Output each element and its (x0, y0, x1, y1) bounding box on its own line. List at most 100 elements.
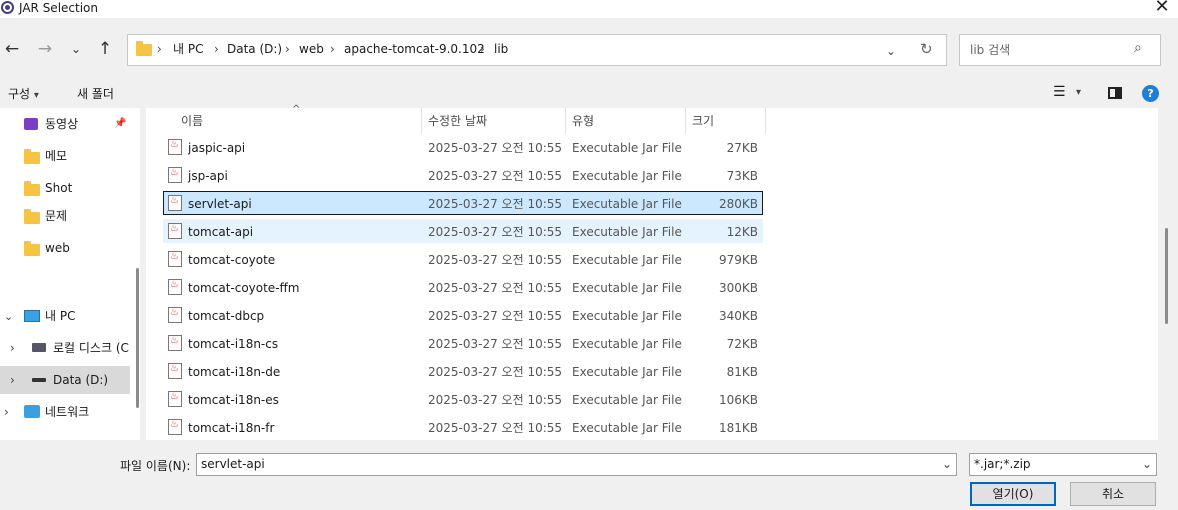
nav-item-web[interactable]: web (0, 234, 130, 262)
jar-file-icon (168, 307, 182, 323)
up-arrow-icon[interactable]: ↑ (93, 37, 117, 61)
address-history-chevron-icon[interactable]: ⌄ (886, 44, 896, 58)
filetype-chevron-down-icon[interactable]: ⌄ (1142, 457, 1152, 471)
back-arrow-icon[interactable]: ← (0, 37, 24, 61)
jar-file-icon (168, 195, 182, 211)
file-name-cell: jsp-api (188, 169, 228, 183)
nav-item-videos[interactable]: 동영상 📌 (0, 110, 130, 138)
file-size-cell: 300KB (718, 281, 758, 295)
breadcrumb-web[interactable]: web (299, 41, 324, 57)
file-name-cell: tomcat-api (188, 225, 254, 239)
filename-history-chevron-icon[interactable]: ⌄ (942, 457, 952, 471)
nav-item-label: 로컬 디스크 (C (53, 341, 129, 355)
network-icon (24, 405, 40, 418)
view-chevron-down-icon[interactable]: ▾ (1076, 87, 1081, 98)
jar-file-icon (168, 139, 182, 155)
chevron-down-icon[interactable]: ⌄ (4, 303, 13, 330)
file-list-scrollbar[interactable] (1165, 228, 1168, 324)
file-modified-cell: 2025-03-27 오전 10:55 (428, 337, 563, 351)
file-type-cell: Executable Jar File (572, 253, 682, 267)
file-type-cell: Executable Jar File (572, 309, 682, 323)
breadcrumb-data-drive[interactable]: Data (D:) (227, 41, 282, 57)
title-bar (0, 0, 1178, 18)
column-header-size[interactable]: 크기 (692, 112, 714, 129)
file-size-cell: 106KB (718, 393, 758, 407)
chevron-right-icon[interactable]: › (10, 334, 15, 362)
file-type-cell: Executable Jar File (572, 225, 682, 239)
cancel-button[interactable]: 취소 (1070, 482, 1156, 506)
nav-item-label: 네트워크 (45, 405, 90, 419)
file-size-cell: 979KB (718, 253, 758, 267)
open-button[interactable]: 열기(O) (970, 482, 1056, 506)
jar-file-icon (168, 223, 182, 239)
nav-item-network[interactable]: › 네트워크 (0, 398, 130, 426)
view-options-icon[interactable]: ☰ (1053, 84, 1066, 100)
column-header-modified[interactable]: 수정한 날짜 (428, 112, 487, 129)
nav-item-problems[interactable]: 문제 (0, 202, 130, 230)
search-icon[interactable]: ⌕ (1134, 40, 1142, 56)
breadcrumb-separator-icon: › (480, 42, 485, 56)
file-size-cell: 81KB (726, 365, 758, 379)
pc-icon (24, 310, 40, 322)
chevron-right-icon[interactable]: › (4, 398, 9, 426)
file-modified-cell: 2025-03-27 오전 10:55 (428, 309, 563, 323)
nav-item-memo[interactable]: 메모 (0, 142, 130, 170)
breadcrumb-separator-icon: › (330, 42, 335, 56)
breadcrumb-this-pc[interactable]: 내 PC (173, 41, 203, 57)
file-modified-cell: 2025-03-27 오전 10:55 (428, 141, 563, 155)
app-icon (1, 1, 14, 14)
organize-label: 구성 (8, 87, 31, 101)
file-type-cell: Executable Jar File (572, 393, 682, 407)
file-type-cell: Executable Jar File (572, 169, 682, 183)
new-folder-button[interactable]: 새 폴더 (77, 85, 114, 102)
breadcrumb-separator-icon: › (157, 42, 162, 56)
file-modified-cell: 2025-03-27 오전 10:55 (428, 365, 563, 379)
refresh-icon[interactable]: ↻ (920, 40, 933, 58)
window-title: JAR Selection (19, 1, 98, 15)
nav-item-local-disk[interactable]: › 로컬 디스크 (C (0, 334, 130, 362)
nav-item-this-pc[interactable]: ⌄ 내 PC (0, 302, 130, 330)
column-divider[interactable] (421, 108, 422, 134)
search-placeholder: lib 검색 (970, 43, 1011, 57)
help-icon[interactable]: ? (1142, 85, 1159, 102)
forward-arrow-icon[interactable]: → (33, 37, 57, 61)
file-name-cell: tomcat-coyote (188, 253, 276, 267)
jar-file-icon (168, 335, 182, 351)
nav-item-label: web (45, 241, 70, 255)
file-type-cell: Executable Jar File (572, 365, 682, 379)
column-divider[interactable] (565, 108, 566, 134)
nav-item-label: 내 PC (45, 309, 76, 323)
jar-file-icon (168, 251, 182, 267)
jar-file-icon (168, 363, 182, 379)
file-modified-cell: 2025-03-27 오전 10:55 (428, 169, 563, 183)
sort-ascending-icon: ^ (292, 104, 301, 115)
column-header-type[interactable]: 유형 (572, 112, 594, 129)
jar-file-icon (168, 391, 182, 407)
recent-locations-chevron-icon[interactable]: ⌄ (64, 37, 88, 61)
file-modified-cell: 2025-03-27 오전 10:55 (428, 421, 563, 435)
chevron-down-icon: ▾ (33, 90, 39, 101)
file-size-cell: 12KB (726, 225, 758, 239)
file-name-cell: tomcat-dbcp (188, 309, 265, 323)
breadcrumb-lib[interactable]: lib (494, 41, 508, 57)
chevron-right-icon[interactable]: › (10, 366, 15, 394)
filetype-select[interactable]: *.jar;*.zip (969, 453, 1157, 476)
file-modified-cell: 2025-03-27 오전 10:55 (428, 393, 563, 407)
preview-pane-icon[interactable] (1108, 87, 1122, 99)
breadcrumb-tomcat[interactable]: apache-tomcat-9.0.102 (344, 41, 485, 57)
nav-scrollbar[interactable] (136, 268, 139, 408)
column-divider[interactable] (765, 108, 766, 134)
file-name-cell: tomcat-i18n-fr (188, 421, 275, 435)
file-size-cell: 340KB (718, 309, 758, 323)
nav-item-data-drive[interactable]: › Data (D:) (0, 366, 130, 394)
file-name-cell: tomcat-i18n-es (188, 393, 279, 407)
close-icon[interactable]: ✕ (1148, 0, 1176, 17)
nav-item-label: 문제 (45, 209, 68, 223)
column-divider[interactable] (685, 108, 686, 134)
file-modified-cell: 2025-03-27 오전 10:55 (428, 253, 563, 267)
nav-item-shot[interactable]: Shot (0, 174, 130, 202)
drive-icon (32, 378, 46, 382)
organize-button[interactable]: 구성 ▾ (8, 85, 39, 102)
filename-input[interactable]: servlet-api (196, 453, 957, 476)
column-header-name[interactable]: 이름 (181, 112, 203, 129)
